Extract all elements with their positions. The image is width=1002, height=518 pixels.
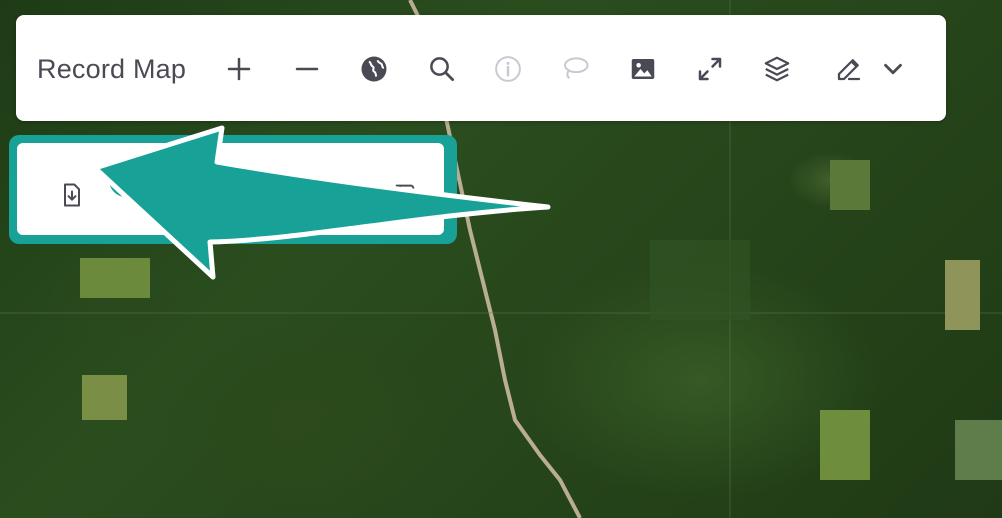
- globe-icon: [361, 56, 387, 82]
- subtoolbar-inner: [17, 143, 444, 235]
- toolbar-title: Record Map: [37, 54, 187, 84]
- fullscreen-button[interactable]: [691, 50, 729, 88]
- highlighted-subtoolbar: [9, 135, 457, 244]
- globe-button[interactable]: [355, 50, 393, 88]
- zoom-out-button[interactable]: [288, 50, 326, 88]
- zoom-in-button[interactable]: [220, 50, 258, 88]
- forest-patch: [650, 240, 750, 320]
- info-button[interactable]: [489, 50, 527, 88]
- copy-icon: [268, 184, 283, 203]
- active-pill: [109, 163, 167, 197]
- thumbs-down-icon: [395, 184, 417, 206]
- lasso-icon: [564, 57, 589, 79]
- layers-button[interactable]: [758, 50, 796, 88]
- field-clearing: [80, 258, 150, 298]
- field-clearing: [830, 160, 870, 210]
- thumbs-up-button[interactable]: [323, 178, 357, 212]
- search-icon: [430, 57, 454, 81]
- plus-icon: [227, 57, 251, 81]
- info-icon: [495, 56, 521, 82]
- chevron-down-icon: [884, 63, 902, 75]
- minus-icon: [295, 67, 319, 71]
- field-clearing: [820, 410, 870, 480]
- layers-icon: [764, 56, 790, 82]
- expand-icon: [698, 57, 722, 81]
- field-clearing: [955, 420, 1002, 480]
- more-dropdown-button[interactable]: [874, 50, 912, 88]
- lasso-button[interactable]: [556, 50, 594, 88]
- image-icon: [631, 59, 655, 79]
- image-button[interactable]: [624, 50, 662, 88]
- field-clearing: [82, 375, 127, 420]
- map-toolbar: Record Map: [16, 15, 946, 121]
- copy-button[interactable]: [259, 178, 293, 212]
- thumbs-down-button[interactable]: [389, 178, 423, 212]
- pencil-icon: [837, 59, 861, 81]
- file-download-icon: [64, 183, 80, 207]
- edit-button[interactable]: [830, 50, 868, 88]
- search-button[interactable]: [423, 50, 461, 88]
- download-button[interactable]: [55, 178, 89, 212]
- field-clearing: [945, 260, 980, 330]
- thumbs-up-icon: [329, 184, 351, 206]
